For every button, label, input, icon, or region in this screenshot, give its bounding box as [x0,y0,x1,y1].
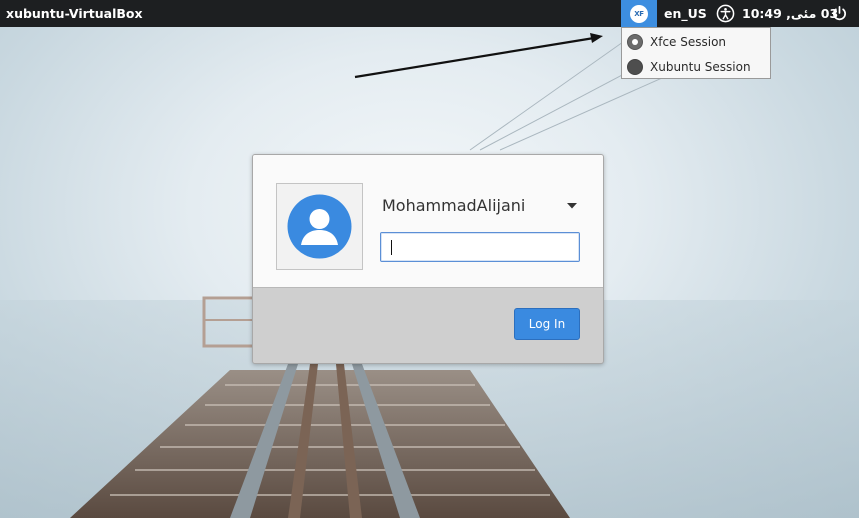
clock-indicator[interactable]: 03 مئی, 10:49 [742,6,838,21]
top-panel: xubuntu-VirtualBox XF en_US 03 مئی, 10:4… [0,0,859,27]
password-input[interactable] [380,232,580,262]
radio-unselected-icon [627,58,643,75]
power-icon[interactable] [831,5,848,22]
session-selector-button[interactable]: XF [621,0,657,27]
login-dialog: MohammadAlijani Log In [252,154,604,364]
session-option-label: Xubuntu Session [650,59,751,74]
user-avatar-icon [287,194,352,259]
login-dialog-body: MohammadAlijani [253,155,603,288]
session-menu: Xfce Session Xubuntu Session [621,27,771,79]
hostname-label: xubuntu-VirtualBox [6,6,143,21]
radio-selected-icon [627,33,643,50]
accessibility-icon[interactable] [716,4,735,23]
login-button[interactable]: Log In [514,308,580,340]
username-label[interactable]: MohammadAlijani [382,196,525,215]
session-option-xubuntu[interactable]: Xubuntu Session [622,54,770,79]
avatar [276,183,363,270]
xfce-logo-icon: XF [630,4,648,23]
text-cursor [391,240,392,255]
language-selector[interactable]: en_US [664,6,707,21]
session-option-label: Xfce Session [650,34,727,49]
caret-down-icon[interactable] [566,202,578,210]
session-option-xfce[interactable]: Xfce Session [622,29,770,54]
